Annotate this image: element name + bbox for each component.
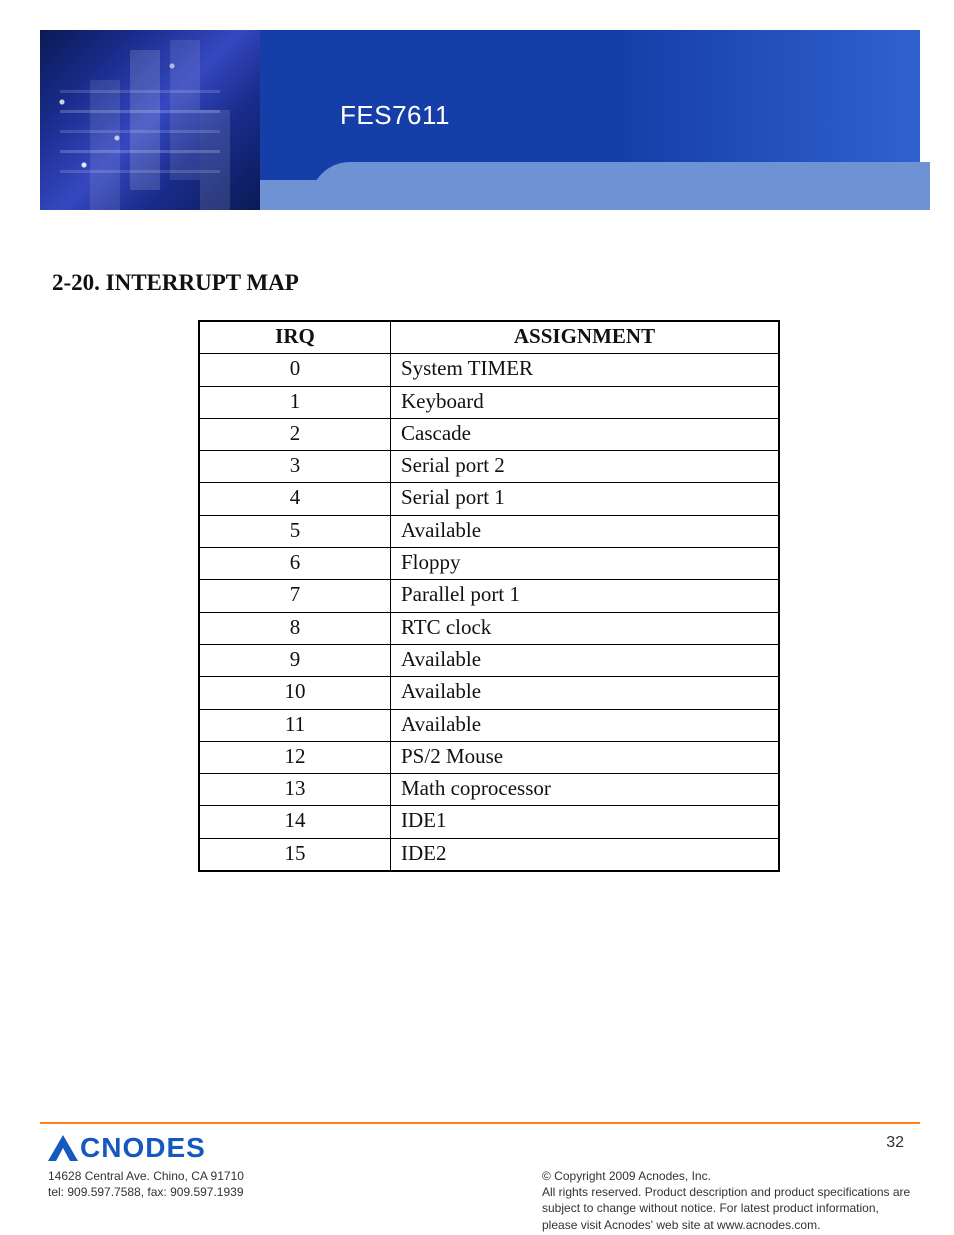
cell-irq: 8 — [199, 612, 391, 644]
banner-glow — [620, 30, 920, 180]
table-row: 14IDE1 — [199, 806, 779, 838]
contact-line-2: tel: 909.597.7588, fax: 909.597.1939 — [48, 1184, 244, 1200]
cell-irq: 5 — [199, 515, 391, 547]
section-title: 2-20. INTERRUPT MAP — [52, 270, 299, 296]
irq-table-container: IRQ ASSIGNMENT 0System TIMER1Keyboard2Ca… — [198, 320, 780, 872]
table-row: 13Math coprocessor — [199, 774, 779, 806]
cell-assignment: Math coprocessor — [391, 774, 780, 806]
cell-assignment: Available — [391, 677, 780, 709]
cell-assignment: Available — [391, 515, 780, 547]
table-row: 10Available — [199, 677, 779, 709]
cell-irq: 6 — [199, 548, 391, 580]
table-row: 2Cascade — [199, 418, 779, 450]
cell-irq: 9 — [199, 644, 391, 676]
table-row: 8RTC clock — [199, 612, 779, 644]
contact-line-1: 14628 Central Ave. Chino, CA 91710 — [48, 1168, 244, 1184]
cell-assignment: IDE2 — [391, 838, 780, 871]
table-row: 15IDE2 — [199, 838, 779, 871]
table-row: 9Available — [199, 644, 779, 676]
product-label: FES7611 — [340, 100, 450, 131]
table-row: 6Floppy — [199, 548, 779, 580]
cell-assignment: Parallel port 1 — [391, 580, 780, 612]
col-header-assignment: ASSIGNMENT — [391, 321, 780, 354]
footer-contact: 14628 Central Ave. Chino, CA 91710 tel: … — [48, 1168, 244, 1200]
brand-logo: CNODES — [48, 1132, 206, 1164]
cell-irq: 10 — [199, 677, 391, 709]
cell-assignment: Cascade — [391, 418, 780, 450]
brand-logo-icon — [48, 1135, 78, 1161]
table-row: 5Available — [199, 515, 779, 547]
cell-assignment: Serial port 1 — [391, 483, 780, 515]
table-row: 3Serial port 2 — [199, 451, 779, 483]
circuit-board-graphic — [40, 30, 260, 210]
cell-irq: 0 — [199, 354, 391, 386]
cell-assignment: Keyboard — [391, 386, 780, 418]
cell-assignment: System TIMER — [391, 354, 780, 386]
cell-assignment: Floppy — [391, 548, 780, 580]
cell-irq: 3 — [199, 451, 391, 483]
cell-irq: 14 — [199, 806, 391, 838]
page-number: 32 — [886, 1134, 904, 1152]
cell-irq: 4 — [199, 483, 391, 515]
cell-irq: 11 — [199, 709, 391, 741]
irq-table: IRQ ASSIGNMENT 0System TIMER1Keyboard2Ca… — [198, 320, 780, 872]
cell-assignment: Available — [391, 709, 780, 741]
table-row: 11Available — [199, 709, 779, 741]
copyright-line-1: © Copyright 2009 Acnodes, Inc. — [542, 1168, 912, 1184]
copyright-line-2: All rights reserved. Product description… — [542, 1184, 912, 1233]
cell-assignment: PS/2 Mouse — [391, 741, 780, 773]
brand-logo-text: CNODES — [80, 1132, 206, 1164]
table-header-row: IRQ ASSIGNMENT — [199, 321, 779, 354]
footer-copyright: © Copyright 2009 Acnodes, Inc. All right… — [542, 1168, 912, 1233]
table-row: 12PS/2 Mouse — [199, 741, 779, 773]
cell-irq: 12 — [199, 741, 391, 773]
col-header-irq: IRQ — [199, 321, 391, 354]
cell-irq: 2 — [199, 418, 391, 450]
cell-assignment: Available — [391, 644, 780, 676]
cell-irq: 1 — [199, 386, 391, 418]
header-banner: FES7611 — [40, 30, 920, 210]
table-row: 0System TIMER — [199, 354, 779, 386]
footer-rule — [40, 1122, 920, 1124]
cell-irq: 15 — [199, 838, 391, 871]
table-row: 7Parallel port 1 — [199, 580, 779, 612]
table-row: 1Keyboard — [199, 386, 779, 418]
cell-irq: 13 — [199, 774, 391, 806]
table-row: 4Serial port 1 — [199, 483, 779, 515]
cell-assignment: RTC clock — [391, 612, 780, 644]
footer: CNODES 32 14628 Central Ave. Chino, CA 9… — [40, 1128, 920, 1218]
cell-irq: 7 — [199, 580, 391, 612]
banner-curve — [310, 162, 930, 210]
cell-assignment: Serial port 2 — [391, 451, 780, 483]
cell-assignment: IDE1 — [391, 806, 780, 838]
